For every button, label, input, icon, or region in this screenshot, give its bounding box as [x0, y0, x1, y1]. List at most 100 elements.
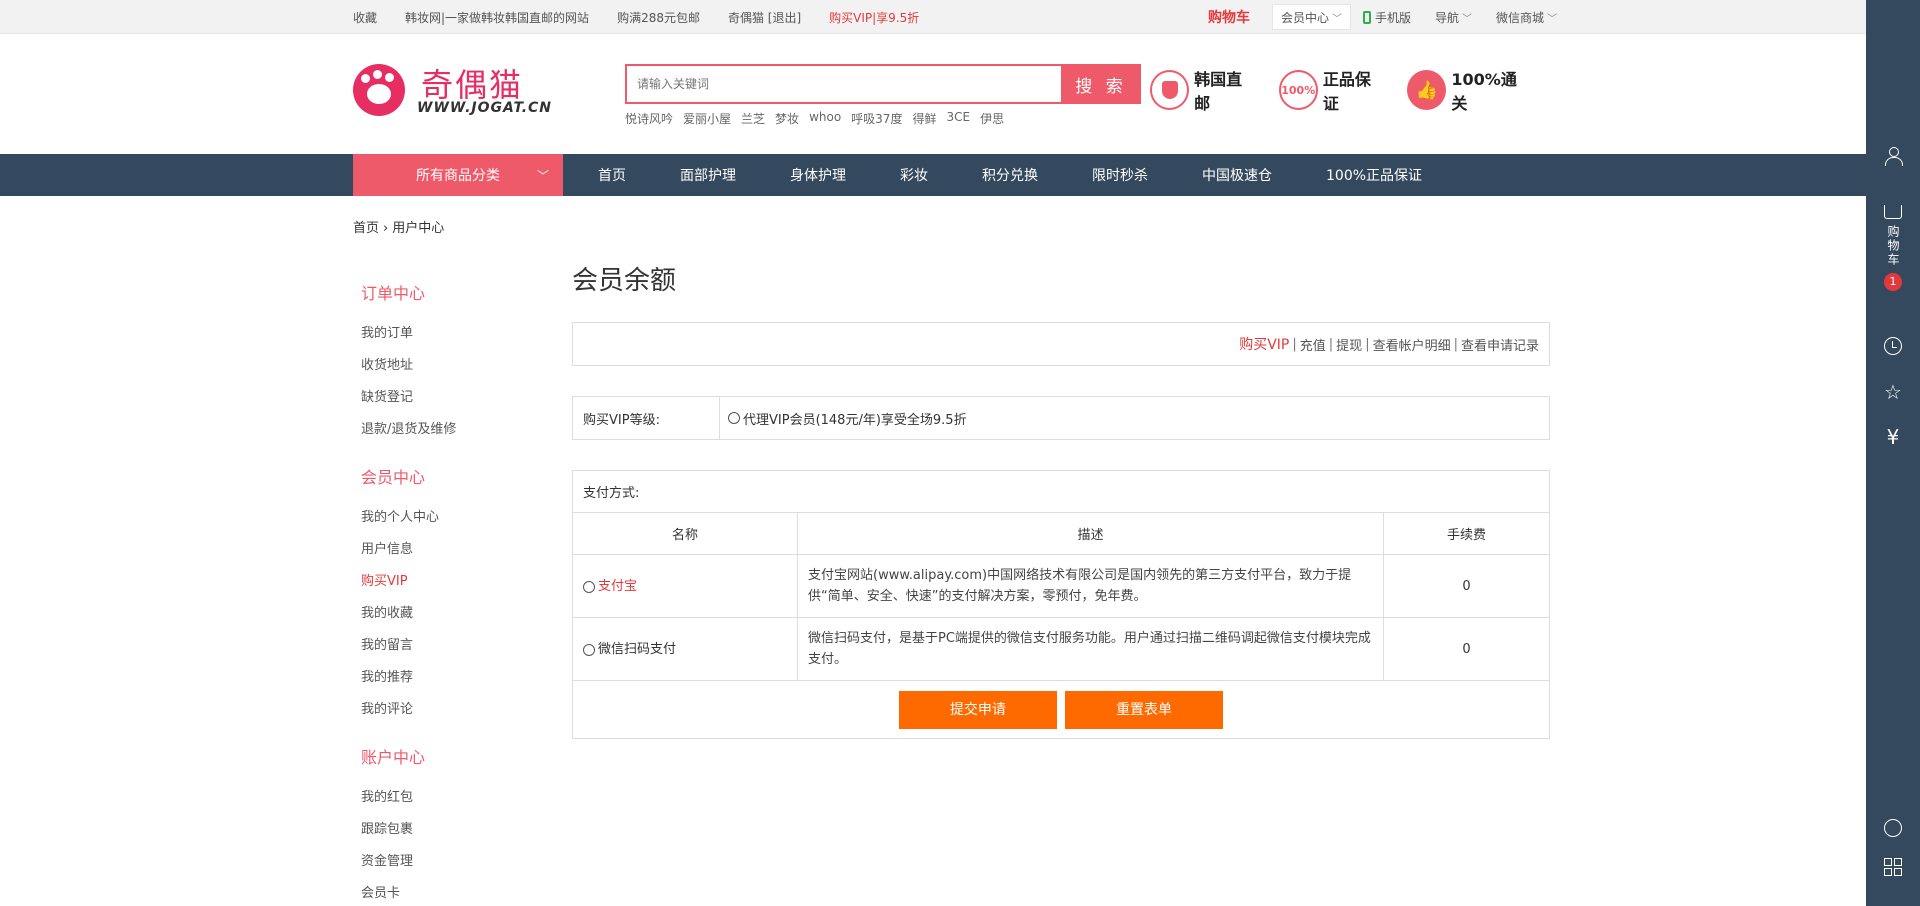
hot-keyword[interactable]: 兰芝 — [741, 110, 765, 127]
sidebar-item-favorites[interactable]: 我的收藏 — [361, 598, 541, 630]
search-button[interactable]: 搜 索 — [1061, 64, 1141, 104]
logo-domain: WWW.JOGAT.CN — [417, 100, 553, 116]
sidebar-item-addresses[interactable]: 收货地址 — [361, 350, 541, 382]
nav-link-makeup[interactable]: 彩妆 — [873, 165, 955, 185]
nav-link-points[interactable]: 积分兑换 — [955, 165, 1065, 185]
alipay-radio[interactable] — [583, 580, 595, 593]
mobile-version-link[interactable]: 手机版 — [1363, 9, 1411, 26]
toolbar-favorites[interactable]: ☆ — [1866, 382, 1920, 402]
breadcrumb-home[interactable]: 首页 — [353, 221, 379, 236]
hot-keyword[interactable]: whoo — [809, 110, 841, 127]
user-logout-link[interactable]: 奇偶猫 [退出] — [728, 9, 801, 26]
buy-vip-link[interactable]: 购买VIP — [1239, 334, 1289, 354]
toolbar-history[interactable] — [1866, 337, 1920, 355]
wechat-radio[interactable] — [583, 643, 595, 656]
guarantee-label: 100%通关 — [1451, 70, 1517, 113]
site-logo[interactable]: 奇偶猫 WWW.JOGAT.CN — [353, 60, 551, 124]
all-categories-menu[interactable]: 所有商品分类 ﹀ — [353, 154, 563, 196]
page-title: 会员余额 — [572, 266, 677, 296]
hot-keyword[interactable]: 伊思 — [980, 110, 1004, 127]
withdraw-link[interactable]: 提现 — [1336, 335, 1362, 354]
hot-keyword[interactable]: 得鲜 — [912, 110, 936, 127]
submit-button[interactable]: 提交申请 — [898, 690, 1057, 729]
hot-keywords: 悦诗风吟 爱丽小屋 兰芝 梦妆 whoo 呼吸37度 得鲜 3CE 伊思 — [625, 110, 1014, 127]
alipay-label: 支付宝 — [598, 579, 638, 594]
alipay-description: 支付宝网站(www.alipay.com)中国网络技术有限公司是国内领先的第三方… — [797, 554, 1384, 618]
nav-link-home[interactable]: 首页 — [563, 165, 653, 185]
reset-button[interactable]: 重置表单 — [1065, 690, 1224, 729]
guarantee-label: 韩国直邮 — [1194, 70, 1243, 113]
account-details-link[interactable]: 查看帐户明细 — [1373, 335, 1451, 354]
sidebar-item-stockout[interactable]: 缺货登记 — [361, 382, 541, 414]
main-nav: 所有商品分类 ﹀ 首页 面部护理 身体护理 彩妆 积分兑换 限时秒杀 中国极速仓… — [0, 154, 1866, 196]
guarantee-label: 正品保证 — [1322, 70, 1371, 113]
sidebar-item-user-info[interactable]: 用户信息 — [361, 534, 541, 566]
star-icon: ☆ — [1884, 380, 1902, 404]
table-row: 支付宝 支付宝网站(www.alipay.com)中国网络技术有限公司是国内领先… — [572, 554, 1550, 618]
sidebar-item-buy-vip[interactable]: 购买VIP — [361, 566, 541, 598]
search-input[interactable] — [625, 64, 1061, 104]
free-shipping-notice: 购满288元包邮 — [617, 10, 700, 25]
hot-keyword[interactable]: 爱丽小屋 — [683, 110, 731, 127]
hot-keyword[interactable]: 3CE — [946, 110, 970, 127]
member-center-menu[interactable]: 会员中心 ﹀ — [1272, 4, 1352, 30]
breadcrumb: 首页 › 用户中心 — [353, 217, 444, 236]
user-icon — [1885, 147, 1903, 166]
hot-keyword[interactable]: 呼吸37度 — [851, 110, 902, 127]
qrcode-icon — [1884, 858, 1902, 876]
nav-menu[interactable]: 导航 ﹀ — [1435, 9, 1472, 26]
vip-level-option-label: 代理VIP会员(148元/年)享受全场9.5折 — [743, 412, 967, 428]
favorite-link[interactable]: 收藏 — [353, 9, 377, 26]
sidebar-item-track-package[interactable]: 跟踪包裹 — [361, 814, 541, 846]
nav-link-face-care[interactable]: 面部护理 — [653, 165, 763, 185]
top-cart-link[interactable]: 购物车 — [1208, 7, 1250, 27]
sidebar-item-messages[interactable]: 我的留言 — [361, 630, 541, 662]
right-toolbar: 购物车 1 ☆ ¥ — [1866, 0, 1920, 906]
sidebar-item-refunds[interactable]: 退款/退货及维修 — [361, 414, 541, 446]
vip-promo-link[interactable]: 购买VIP|享9.5折 — [829, 9, 919, 26]
percent-badge-icon: 100% — [1278, 70, 1318, 110]
sidebar-group-orders: 订单中心 我的订单 收货地址 缺货登记 退款/退货及维修 — [361, 280, 541, 446]
sidebar-item-my-orders[interactable]: 我的订单 — [361, 318, 541, 350]
nav-link-genuine[interactable]: 100%正品保证 — [1299, 165, 1449, 185]
guarantee-genuine: 100% 正品保证 — [1278, 66, 1386, 114]
wechat-description: 微信扫码支付，是基于PC端提供的微信支付服务功能。用户通过扫描二维码调起微信支付… — [797, 617, 1384, 681]
application-records-link[interactable]: 查看申请记录 — [1461, 335, 1539, 354]
nav-link-flash-sale[interactable]: 限时秒杀 — [1065, 165, 1175, 185]
guarantee-korea-direct: 韩国直邮 — [1150, 66, 1257, 114]
vip-level-radio[interactable] — [728, 412, 740, 424]
payment-option-wechat[interactable]: 微信扫码支付 — [572, 617, 798, 681]
wechat-mall-label: 微信商城 — [1496, 10, 1545, 25]
sidebar-item-red-packets[interactable]: 我的红包 — [361, 782, 541, 814]
sidebar-item-reviews[interactable]: 我的评论 — [361, 694, 541, 726]
payment-option-alipay[interactable]: 支付宝 — [572, 554, 798, 618]
payment-table: 支付方式: 名称 描述 手续费 支付宝 支付宝网站(www.alipay.com… — [572, 470, 1550, 739]
wechat-mall-menu[interactable]: 微信商城 ﹀ — [1496, 9, 1557, 26]
hot-keyword[interactable]: 悦诗风吟 — [625, 110, 673, 127]
wechat-label: 微信扫码支付 — [598, 642, 677, 657]
chevron-right-icon: › — [383, 221, 389, 236]
toolbar-service[interactable] — [1866, 819, 1920, 837]
toolbar-funds[interactable]: ¥ — [1866, 427, 1920, 447]
account-links: 购买VIP | 充值 | 提现 | 查看帐户明细 | 查看申请记录 — [572, 322, 1550, 366]
sidebar-item-funds[interactable]: 资金管理 — [361, 846, 541, 878]
member-center-label: 会员中心 — [1281, 10, 1330, 25]
hot-keyword[interactable]: 梦妆 — [775, 110, 799, 127]
toolbar-cart[interactable]: 购物车 1 — [1866, 205, 1920, 291]
recharge-link[interactable]: 充值 — [1300, 335, 1326, 354]
toolbar-account[interactable] — [1866, 147, 1920, 166]
guarantee-customs: 👍 100%通关 — [1407, 66, 1531, 114]
sidebar-item-personal-center[interactable]: 我的个人中心 — [361, 502, 541, 534]
vip-level-row: 购买VIP等级: 代理VIP会员(148元/年)享受全场9.5折 — [572, 396, 1550, 440]
nav-link-china-warehouse[interactable]: 中国极速仓 — [1175, 165, 1299, 185]
nav-link-body-care[interactable]: 身体护理 — [763, 165, 873, 185]
vip-level-option[interactable]: 代理VIP会员(148元/年)享受全场9.5折 — [720, 397, 967, 439]
search-box: 搜 索 — [625, 64, 1141, 104]
user-sidebar: 订单中心 我的订单 收货地址 缺货登记 退款/退货及维修 会员中心 我的个人中心… — [361, 280, 541, 906]
cart-count-badge: 1 — [1884, 273, 1902, 291]
vip-level-label: 购买VIP等级: — [573, 397, 720, 439]
chevron-down-icon: ﹀ — [1547, 13, 1558, 25]
toolbar-qrcode[interactable] — [1866, 858, 1920, 876]
sidebar-item-member-card[interactable]: 会员卡 — [361, 878, 541, 906]
sidebar-item-referrals[interactable]: 我的推荐 — [361, 662, 541, 694]
